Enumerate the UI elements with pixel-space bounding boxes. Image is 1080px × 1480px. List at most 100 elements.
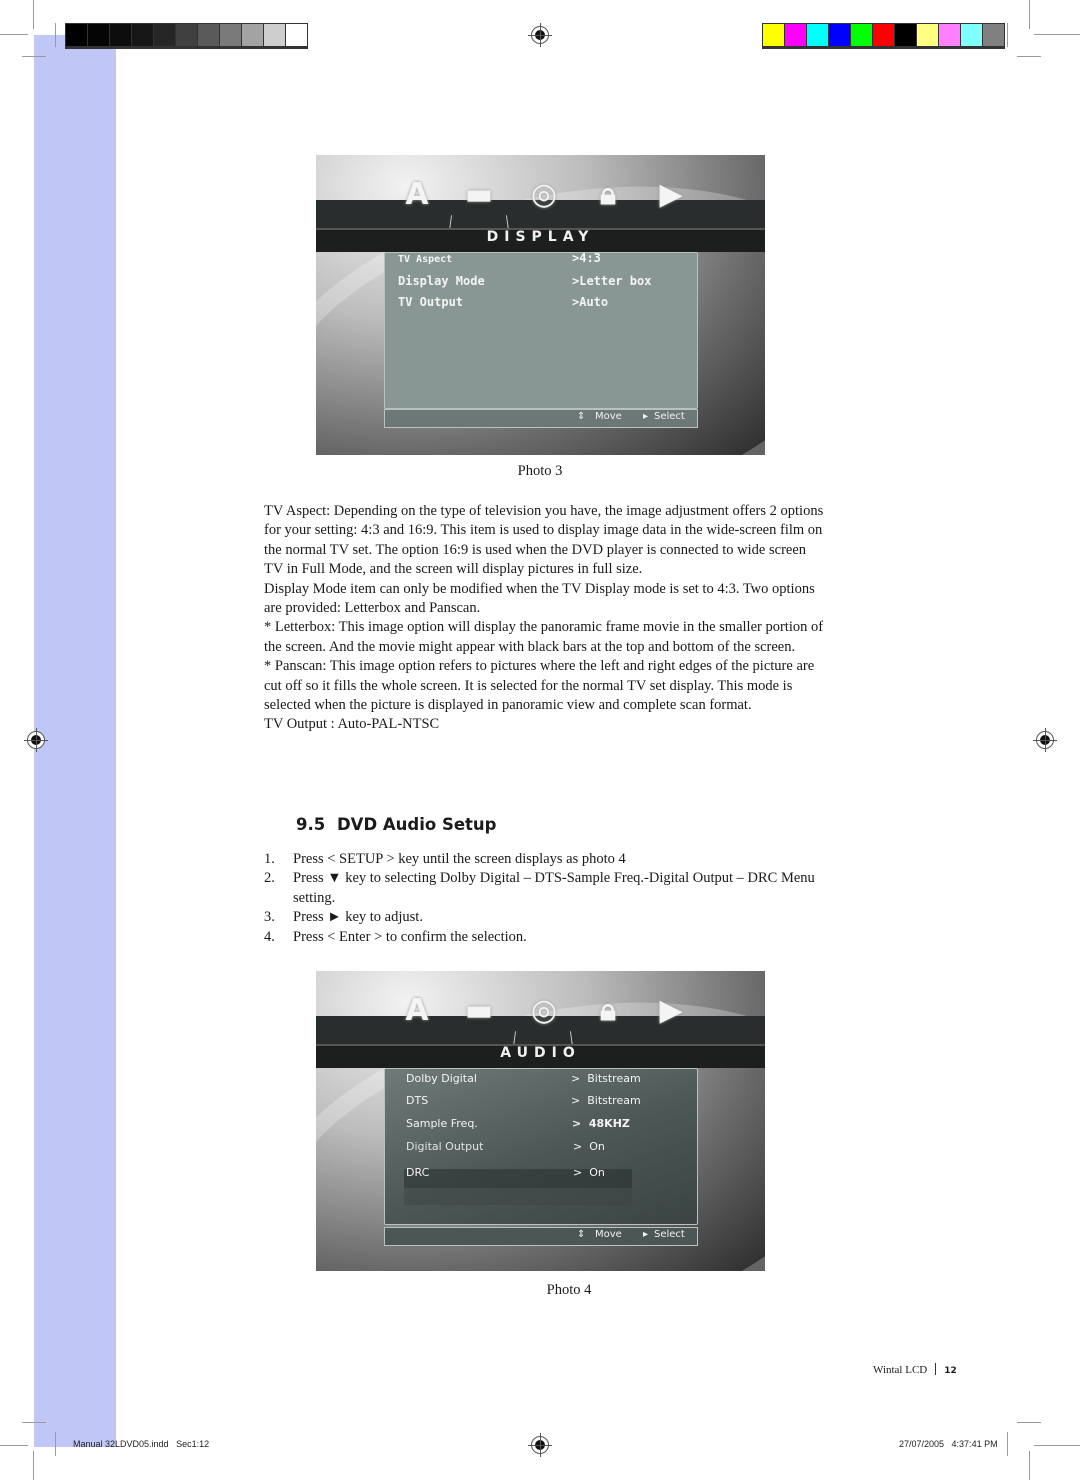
- lock-icon: 🔒︎: [600, 177, 616, 212]
- photo4-audio-menu-screenshot: A ▬ ◎ 🔒︎ ▶ AUDIO Dolby Digital > Bitstre…: [316, 971, 765, 1271]
- crop-mark: [1029, 0, 1030, 29]
- color-swatch: [829, 24, 850, 46]
- step-item: 2. Press ▼ key to selecting Dolby Digital…: [264, 870, 815, 906]
- paragraph-letterbox: * Letterbox: This image option will disp…: [264, 619, 824, 655]
- grayscale-swatch: [176, 24, 197, 46]
- crop-mark: [1017, 56, 1041, 57]
- crop-mark: [33, 0, 34, 29]
- section-number: 9.5: [296, 815, 326, 834]
- select-hint: Select: [654, 1229, 685, 1240]
- step-item: 3. Press ► key to adjust.: [264, 909, 423, 926]
- language-icon: A: [405, 177, 429, 212]
- grayscale-swatch: [66, 24, 87, 46]
- display-description: TV Aspect: Depending on the type of tele…: [264, 502, 824, 735]
- grayscale-swatch: [110, 24, 131, 46]
- row-label-tv-aspect: TV Aspect: [398, 254, 453, 265]
- slug-divider: [1007, 1432, 1008, 1456]
- color-swatch: [763, 24, 784, 46]
- row-label-tv-output: TV Output: [398, 295, 464, 309]
- folio-divider: [935, 1363, 937, 1375]
- color-swatch: [851, 24, 872, 46]
- color-swatch: [895, 24, 916, 46]
- crop-mark: [22, 1422, 46, 1423]
- row-value-drc: > On: [573, 1166, 605, 1179]
- osd-footer: ⇕ Move ▸ Select: [384, 1227, 698, 1246]
- color-bar: [762, 23, 1005, 49]
- color-swatch: [917, 24, 938, 46]
- row-value-tv-aspect: >4:3: [572, 251, 601, 265]
- crop-mark: [1017, 1422, 1041, 1423]
- color-swatch: [961, 24, 982, 46]
- row-value-tv-output: >Auto: [572, 295, 609, 309]
- steps-list: 1. Press < SETUP > key until the screen d…: [264, 850, 824, 947]
- menu-title: DISPLAY: [486, 229, 595, 245]
- color-swatch: [873, 24, 894, 46]
- crop-mark: [55, 23, 56, 47]
- crop-mark: [0, 34, 28, 35]
- photo4-caption: Photo 4: [546, 1282, 592, 1298]
- registration-mark-icon: [528, 23, 552, 47]
- photo3-caption: Photo 3: [517, 463, 563, 479]
- step-item: 1. Press < SETUP > key until the screen d…: [264, 851, 626, 867]
- registration-mark-icon: [24, 728, 48, 752]
- menu-title: AUDIO: [500, 1045, 581, 1061]
- menu-icons: A ▬ ◎ 🔒︎ ▶: [316, 991, 765, 1065]
- select-icon: ▸: [643, 1229, 649, 1240]
- crop-mark: [0, 1445, 28, 1446]
- paragraph-display-mode: Display Mode item can only be modified w…: [264, 580, 815, 617]
- paragraph-tv-aspect: TV Aspect: Depending on the type of tele…: [264, 503, 824, 578]
- empty-row-bar: [404, 1188, 632, 1205]
- select-hint: Select: [654, 411, 685, 422]
- audio-icon: ◎: [530, 177, 558, 212]
- crop-mark: [33, 1451, 34, 1480]
- row-label-dolby-digital: Dolby Digital: [406, 1072, 477, 1085]
- grayscale-swatch: [242, 24, 263, 46]
- row-label-drc: DRC: [406, 1166, 430, 1179]
- preference-icon: ▶: [659, 993, 683, 1028]
- select-icon: ▸: [643, 411, 649, 422]
- color-swatch: [785, 24, 806, 46]
- registration-mark-icon: [1033, 728, 1057, 752]
- row-label-sample-freq: Sample Freq.: [406, 1117, 478, 1130]
- lock-icon: 🔒︎: [600, 993, 616, 1028]
- row-value-display-mode: >Letter box: [572, 274, 652, 288]
- crop-mark: [1034, 34, 1080, 35]
- registration-mark-icon: [528, 1433, 552, 1457]
- crop-mark: [22, 56, 46, 57]
- side-tab: [34, 35, 116, 1447]
- row-value-dts: > Bitstream: [571, 1094, 641, 1107]
- color-swatch: [939, 24, 960, 46]
- grayscale-swatch: [264, 24, 285, 46]
- page-folio: Wintal LCD 12: [873, 1363, 957, 1376]
- paragraph-panscan: * Panscan: This image option refers to p…: [264, 658, 815, 714]
- row-label-dts: DTS: [406, 1094, 429, 1107]
- section-title: DVD Audio Setup: [336, 815, 497, 834]
- crop-mark: [1034, 1445, 1080, 1446]
- move-hint: Move: [595, 411, 622, 422]
- grayscale-swatch: [132, 24, 153, 46]
- row-label-digital-output: Digital Output: [406, 1140, 484, 1153]
- grayscale-swatch: [198, 24, 219, 46]
- slug-file: Manual 32LDVD05.indd Sec1:12: [73, 1439, 210, 1449]
- color-swatch: [983, 24, 1004, 46]
- grayscale-swatch: [88, 24, 109, 46]
- crop-mark: [1029, 1451, 1030, 1480]
- photo3-display-menu-screenshot: A ▬ ◎ 🔒︎ ▶ DISPLAY TV Aspect >4:3 Displa…: [316, 155, 765, 455]
- row-value-digital-output: > On: [573, 1140, 605, 1153]
- brand-name: Wintal LCD: [873, 1364, 928, 1376]
- paragraph-tv-output: TV Output : Auto-PAL-NTSC: [264, 716, 440, 733]
- move-icon: ⇕: [577, 411, 586, 422]
- move-icon: ⇕: [577, 1229, 586, 1240]
- crop-mark: [1007, 23, 1008, 47]
- page-number: 12: [944, 1366, 957, 1376]
- row-label-display-mode: Display Mode: [398, 274, 485, 288]
- step-item: 4. Press < Enter > to confirm the selecti…: [264, 928, 527, 945]
- language-icon: A: [405, 993, 429, 1028]
- menu-icons: A ▬ ◎ 🔒︎ ▶: [316, 175, 765, 249]
- display-icon: ▬: [464, 177, 494, 212]
- grayscale-bar: [65, 23, 308, 49]
- osd-footer: ⇕ Move ▸ Select: [384, 409, 698, 428]
- preference-icon: ▶: [659, 177, 683, 212]
- grayscale-swatch: [286, 24, 307, 46]
- row-value-sample-freq: > 48KHZ: [572, 1117, 630, 1130]
